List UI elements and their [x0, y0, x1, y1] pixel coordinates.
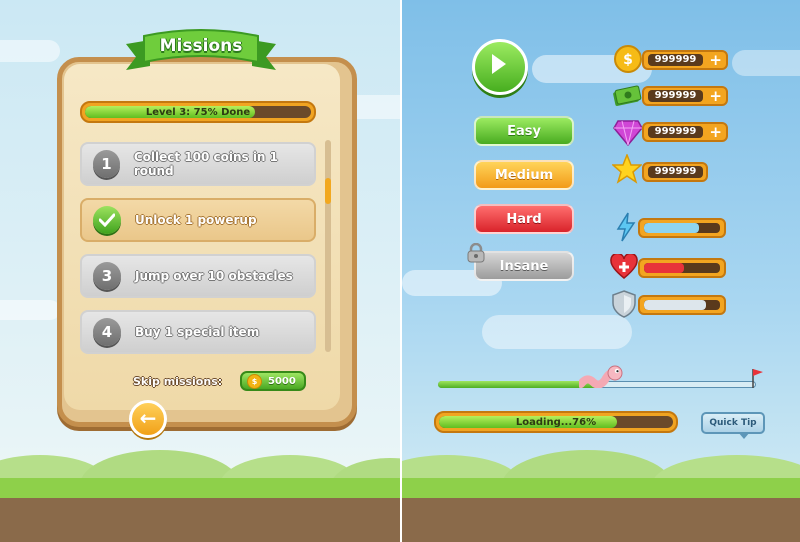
quick-tip-tail — [738, 432, 750, 439]
mission-text: Jump over 10 obstacles — [135, 269, 293, 283]
coin-counter: 999999 + — [642, 50, 728, 70]
mission-item-completed[interactable]: Unlock 1 powerup — [80, 198, 316, 242]
easy-button[interactable]: Easy — [474, 116, 574, 146]
missions-scrollbar[interactable] — [325, 140, 331, 352]
skip-missions-button[interactable]: $ 5000 — [240, 371, 306, 391]
gem-counter: 999999 + — [642, 122, 728, 142]
arrow-left-icon: ← — [139, 406, 157, 430]
loading-bar: Loading...76% — [434, 411, 678, 433]
check-icon — [93, 206, 121, 234]
divider — [400, 0, 402, 542]
flag-icon — [752, 369, 763, 388]
loading-label: Loading...76% — [515, 416, 597, 428]
health-bar — [638, 258, 726, 278]
cash-counter: 999999 + — [642, 86, 728, 106]
level-progress-bar: Level 3: 75% Done — [80, 101, 316, 123]
coin-icon: $ — [247, 373, 262, 389]
add-gems-button[interactable]: + — [709, 123, 722, 141]
cash-value: 999999 — [648, 90, 703, 102]
mission-item[interactable]: 4 Buy 1 special item — [80, 310, 316, 354]
quick-tip-button[interactable]: Quick Tip — [701, 412, 765, 434]
worm-icon — [579, 365, 623, 388]
mission-text: Collect 100 coins in 1 round — [133, 150, 278, 178]
star-value: 999999 — [648, 166, 703, 178]
shield-icon — [612, 290, 636, 318]
add-cash-button[interactable]: + — [709, 87, 722, 105]
lock-icon — [467, 243, 485, 263]
lightning-icon — [616, 212, 636, 242]
hard-button[interactable]: Hard — [474, 204, 574, 234]
energy-bar-fill — [644, 223, 699, 233]
star-counter: 999999 — [642, 162, 708, 182]
shield-bar — [638, 295, 726, 315]
skip-missions-label: Skip missions: — [133, 375, 223, 388]
coin-value: 999999 — [648, 54, 703, 66]
mission-item[interactable]: 1 Collect 100 coins in 1 round — [80, 142, 316, 186]
cash-icon — [613, 85, 642, 106]
mission-number-badge: 4 — [93, 318, 121, 346]
mission-text: Buy 1 special item — [135, 325, 260, 339]
mission-number-badge: 1 — [93, 150, 120, 178]
add-coins-button[interactable]: + — [709, 51, 722, 69]
coin-icon: $ — [614, 45, 642, 73]
svg-text:$: $ — [623, 52, 633, 68]
gem-value: 999999 — [648, 126, 703, 138]
scrollbar-thumb[interactable] — [325, 178, 331, 204]
insane-button[interactable]: Insane — [474, 251, 574, 281]
mission-number-badge: 3 — [93, 262, 121, 290]
menu-scene — [402, 0, 800, 542]
star-icon — [612, 154, 642, 184]
health-bar-fill — [644, 263, 684, 273]
missions-title: Missions — [159, 36, 243, 56]
gem-icon — [613, 120, 643, 146]
mission-item[interactable]: 3 Jump over 10 obstacles — [80, 254, 316, 298]
medium-button[interactable]: Medium — [474, 160, 574, 190]
back-button[interactable]: ← — [129, 400, 167, 438]
mission-text: Unlock 1 powerup — [135, 213, 257, 227]
shield-bar-fill — [644, 300, 707, 310]
heart-plus-icon — [610, 254, 638, 279]
level-progress-label: Level 3: 75% Done — [145, 106, 251, 118]
energy-bar — [638, 218, 726, 238]
play-icon — [492, 54, 506, 74]
skip-cost: 5000 — [268, 375, 296, 387]
